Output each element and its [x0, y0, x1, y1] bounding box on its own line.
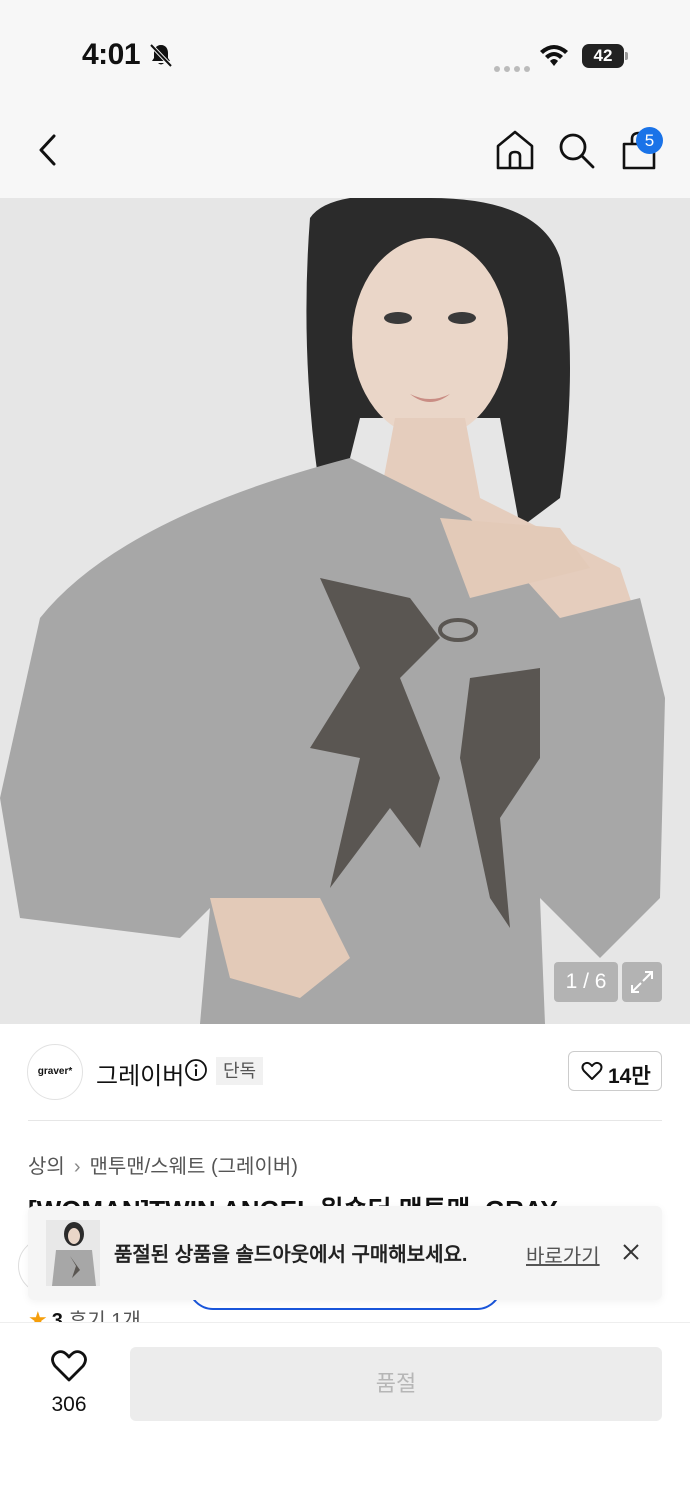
image-counter: 1 / 6	[554, 962, 618, 1002]
wifi-icon	[540, 45, 568, 66]
info-icon[interactable]	[184, 1058, 208, 1082]
heart-icon	[51, 1350, 87, 1382]
status-time: 4:01	[82, 38, 141, 71]
home-icon[interactable]	[494, 128, 536, 172]
exclusive-badge: 단독	[216, 1057, 264, 1085]
brand-name[interactable]: 그레이버	[96, 1056, 184, 1091]
toast-message: 품절된 상품을 솔드아웃에서 구매해보세요.	[114, 1244, 468, 1266]
signal-dots	[494, 59, 534, 77]
battery-icon: 42	[582, 44, 628, 68]
heart-icon	[581, 1061, 603, 1080]
toast-thumbnail	[46, 1220, 100, 1286]
close-icon[interactable]	[618, 1239, 644, 1265]
wishlist-count: 306	[51, 1393, 87, 1416]
battery-level: 42	[582, 44, 624, 68]
divider	[28, 1120, 662, 1121]
breadcrumb: 상의 › 맨투맨/스웨트 (그레이버)	[28, 1150, 298, 1179]
bell-slash-icon	[149, 43, 173, 68]
cart-count-badge: 5	[636, 127, 663, 154]
product-image[interactable]: 1 / 6	[0, 198, 690, 1024]
soldout-button[interactable]: 품절	[130, 1347, 662, 1421]
brand-logo[interactable]: graver*	[27, 1044, 83, 1100]
wishlist-button[interactable]: 306	[28, 1349, 110, 1429]
toast-go-link[interactable]: 바로가기	[526, 1240, 600, 1269]
chevron-right-icon: ›	[73, 1156, 81, 1178]
breadcrumb-category[interactable]: 상의	[28, 1156, 65, 1178]
top-header: 4:01 42 5	[0, 0, 690, 198]
product-photo	[0, 198, 690, 1024]
search-icon[interactable]	[556, 130, 596, 170]
back-icon[interactable]	[30, 130, 66, 170]
expand-icon[interactable]	[622, 962, 662, 1002]
brand-like-button[interactable]: 14만	[568, 1051, 662, 1091]
brand-like-count: 14만	[608, 1065, 651, 1088]
breadcrumb-subcategory[interactable]: 맨투맨/스웨트 (그레이버)	[89, 1156, 297, 1178]
bottom-action-bar: 306 품절	[0, 1322, 690, 1500]
soldout-toast: 품절된 상품을 솔드아웃에서 구매해보세요. 바로가기	[28, 1206, 662, 1300]
